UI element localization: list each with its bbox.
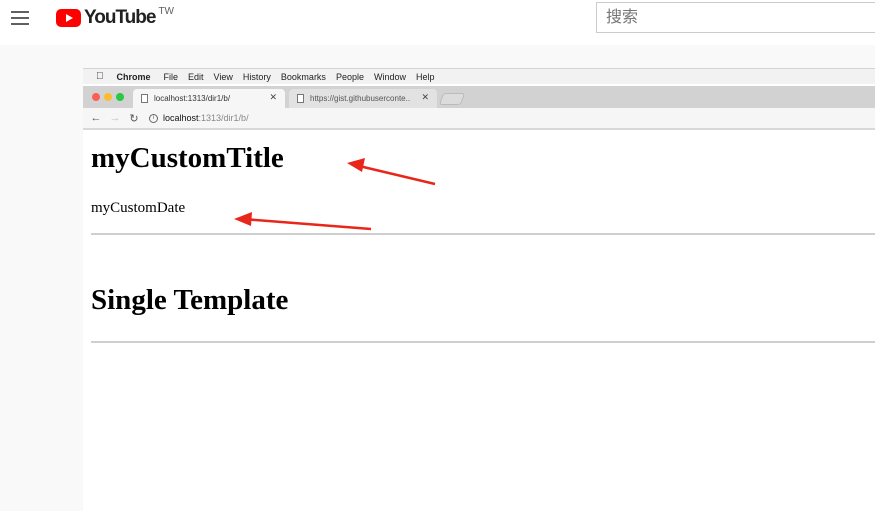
menu-file[interactable]: File <box>164 72 179 82</box>
tab-localhost[interactable]: localhost:1313/dir1/b/ ✕ <box>133 89 285 108</box>
page-date: myCustomDate <box>91 200 186 216</box>
youtube-header: YouTube TW <box>0 0 875 45</box>
menu-bookmarks[interactable]: Bookmarks <box>281 72 326 82</box>
youtube-logo-text: YouTube <box>84 7 156 28</box>
info-icon[interactable]: i <box>149 113 158 123</box>
tab-title: https://gist.githubuserconte.. <box>310 94 411 103</box>
back-icon[interactable]: ← <box>90 112 102 124</box>
apple-icon[interactable]:  <box>96 71 104 82</box>
menu-people[interactable]: People <box>336 72 364 82</box>
tab-gist[interactable]: https://gist.githubuserconte.. ✕ <box>289 89 437 108</box>
menu-edit[interactable]: Edit <box>188 72 204 82</box>
region-code: TW <box>158 6 174 17</box>
address-bar: ← → ↻ i localhost:1313/dir1/b/ <box>83 108 875 130</box>
menu-help[interactable]: Help <box>416 72 435 82</box>
divider <box>91 233 875 235</box>
youtube-play-icon <box>56 9 81 27</box>
forward-icon[interactable]: → <box>109 112 121 124</box>
menu-history[interactable]: History <box>243 72 271 82</box>
video-frame[interactable]:  Chrome File Edit View History Bookmark… <box>83 68 875 511</box>
section-heading: Single Template <box>91 284 289 316</box>
page-content: myCustomTitle myCustomDate Single Templa… <box>83 132 875 511</box>
menu-view[interactable]: View <box>214 72 233 82</box>
tab-close-icon[interactable]: ✕ <box>269 92 277 103</box>
tab-title: localhost:1313/dir1/b/ <box>154 94 231 103</box>
document-icon <box>297 94 304 103</box>
new-tab-button[interactable] <box>438 93 466 105</box>
reload-icon[interactable]: ↻ <box>128 112 140 125</box>
url-host: localhost <box>163 113 199 123</box>
menu-icon[interactable] <box>11 11 29 25</box>
divider <box>91 341 875 343</box>
page-title: myCustomTitle <box>91 142 284 174</box>
maximize-window-button[interactable] <box>116 93 124 101</box>
url-field[interactable]: localhost:1313/dir1/b/ <box>163 113 249 123</box>
close-window-button[interactable] <box>92 93 100 101</box>
menu-chrome[interactable]: Chrome <box>117 72 151 82</box>
youtube-logo[interactable]: YouTube TW <box>56 6 174 28</box>
minimize-window-button[interactable] <box>104 93 112 101</box>
mac-menubar:  Chrome File Edit View History Bookmark… <box>83 68 875 84</box>
url-path: :1313/dir1/b/ <box>198 113 249 123</box>
tab-strip: localhost:1313/dir1/b/ ✕ https://gist.gi… <box>83 86 875 108</box>
tab-close-icon[interactable]: ✕ <box>421 92 429 103</box>
menu-window[interactable]: Window <box>374 72 406 82</box>
document-icon <box>141 94 148 103</box>
search-input[interactable] <box>596 2 875 33</box>
